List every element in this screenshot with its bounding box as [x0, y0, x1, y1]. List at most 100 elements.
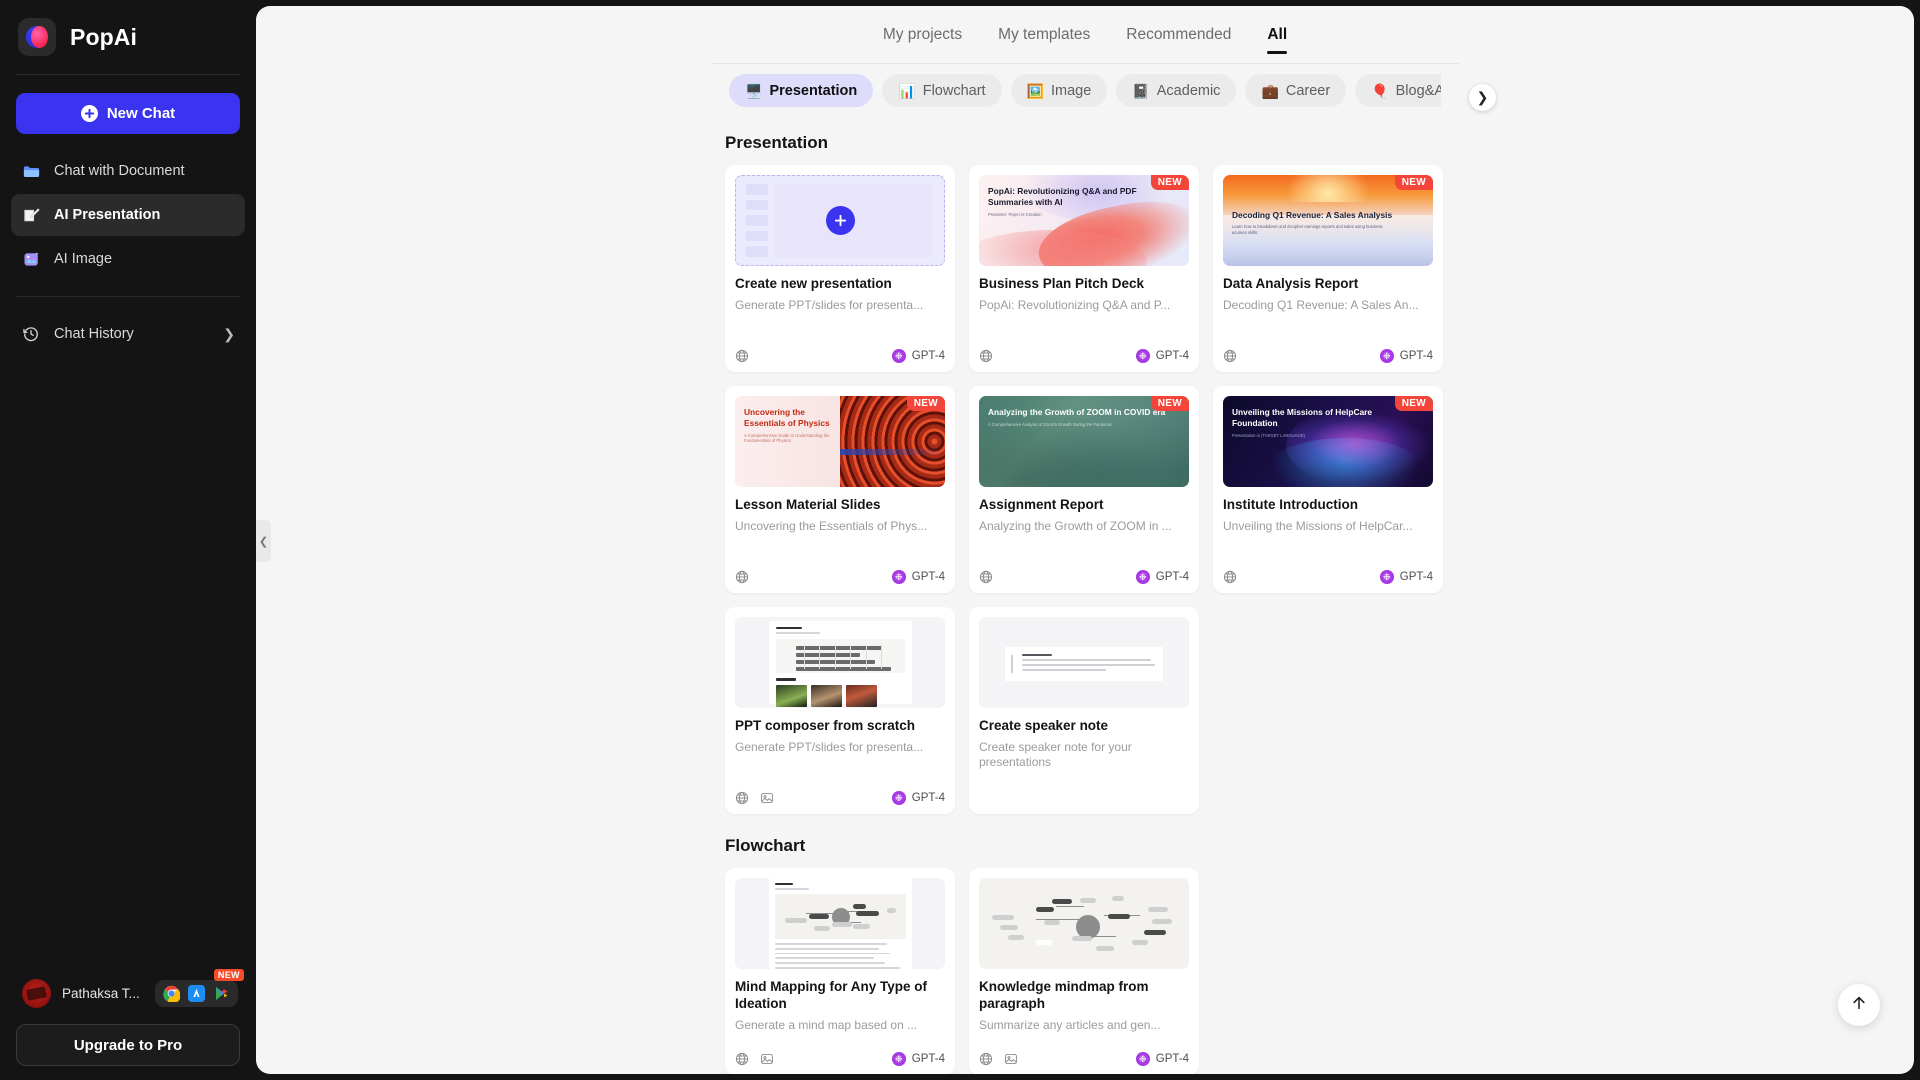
main-panel: My projects My templates Recommended All…: [256, 6, 1914, 1074]
card-description: Generate a mind map based on ...: [735, 1018, 945, 1034]
globe-icon[interactable]: [1223, 570, 1237, 584]
model-label: GPT-4: [1156, 571, 1189, 583]
openai-icon: ❉: [1136, 570, 1150, 584]
openai-icon: ❉: [1380, 349, 1394, 363]
card-business-plan-pitch-deck[interactable]: PopAi: Revolutionizing Q&A and PDF Summa…: [969, 165, 1199, 372]
card-footer: ❉ GPT-4: [1223, 570, 1433, 584]
new-chat-label: New Chat: [107, 105, 175, 122]
history-clock-icon: [21, 324, 41, 344]
card-mind-mapping-for-any-type-of-ideation[interactable]: Mind Mapping for Any Type of Ideation Ge…: [725, 868, 955, 1074]
store-links[interactable]: NEW: [155, 980, 238, 1007]
card-description: Unveiling the Missions of HelpCar...: [1223, 519, 1433, 535]
thumb-heading: PopAi: Revolutionizing Q&A and PDF Summa…: [988, 186, 1149, 208]
chip-label: Presentation: [769, 83, 857, 99]
main-scroll-area[interactable]: My projects My templates Recommended All…: [256, 6, 1914, 1074]
model-label: GPT-4: [912, 792, 945, 804]
card-thumbnail: Analyzing the Growth of ZOOM in COVID er…: [979, 396, 1189, 487]
tab-my-projects[interactable]: My projects: [883, 6, 962, 64]
card-thumbnail: Decoding Q1 Revenue: A Sales Analysis Le…: [1223, 175, 1433, 266]
tab-my-templates[interactable]: My templates: [998, 6, 1090, 64]
card-lesson-material-slides[interactable]: Uncovering the Essentials of Physics A C…: [725, 386, 955, 593]
card-institute-introduction[interactable]: Unveiling the Missions of HelpCare Found…: [1213, 386, 1443, 593]
card-title: PPT composer from scratch: [735, 718, 945, 735]
scroll-to-top-button[interactable]: [1838, 984, 1880, 1026]
thumb-heading: [775, 883, 793, 885]
chip-label: Image: [1051, 83, 1091, 99]
sidebar-item-ai-presentation[interactable]: AI Presentation: [11, 194, 245, 236]
card-thumbnail: PopAi: Revolutionizing Q&A and PDF Summa…: [979, 175, 1189, 266]
image-icon[interactable]: [1004, 1052, 1018, 1066]
chip-image[interactable]: 🖼️ Image: [1011, 74, 1108, 107]
chip-presentation[interactable]: 🖥️ Presentation: [729, 74, 873, 107]
card-thumbnail: [979, 878, 1189, 969]
card-create-new-presentation[interactable]: Create new presentation Generate PPT/sli…: [725, 165, 955, 372]
sidebar: PopAi New Chat Chat with Document: [0, 0, 256, 1080]
card-title: Lesson Material Slides: [735, 497, 945, 514]
card-assignment-report[interactable]: Analyzing the Growth of ZOOM in COVID er…: [969, 386, 1199, 593]
new-badge: NEW: [1395, 175, 1433, 190]
chrome-icon[interactable]: [163, 985, 180, 1002]
arrow-up-icon: [1850, 994, 1868, 1017]
sidebar-item-ai-image[interactable]: AI Image: [11, 238, 245, 280]
bar-chart-icon: 📊: [898, 84, 915, 98]
sidebar-item-chat-with-document[interactable]: Chat with Document: [11, 150, 245, 192]
openai-icon: ❉: [892, 1052, 906, 1066]
image-icon[interactable]: [760, 791, 774, 805]
model-badge: ❉ GPT-4: [892, 791, 945, 805]
model-badge: ❉ GPT-4: [1380, 349, 1433, 363]
card-thumbnail: Uncovering the Essentials of Physics A C…: [735, 396, 945, 487]
card-create-speaker-note[interactable]: Create speaker note Create speaker note …: [969, 607, 1199, 814]
openai-icon: ❉: [1136, 1052, 1150, 1066]
card-description: Create speaker note for your presentatio…: [979, 740, 1189, 771]
globe-icon[interactable]: [979, 1052, 993, 1066]
notebook-icon: 📓: [1132, 84, 1149, 98]
new-chat-button[interactable]: New Chat: [16, 93, 240, 134]
card-ppt-composer-from-scratch[interactable]: PPT composer from scratch Generate PPT/s…: [725, 607, 955, 814]
globe-icon[interactable]: [979, 349, 993, 363]
user-row[interactable]: Pathaksa T... NEW: [0, 979, 256, 1008]
card-description: Uncovering the Essentials of Phys...: [735, 519, 945, 535]
chip-academic[interactable]: 📓 Academic: [1116, 74, 1236, 107]
sidebar-item-chat-history[interactable]: Chat History ❯: [11, 313, 245, 355]
globe-icon[interactable]: [735, 349, 749, 363]
chip-blog-article[interactable]: 🎈 Blog&Article: [1355, 74, 1441, 107]
brand[interactable]: PopAi: [0, 0, 256, 70]
chips-next-button[interactable]: ❯: [1469, 84, 1496, 111]
globe-icon[interactable]: [979, 570, 993, 584]
sidebar-nav: Chat with Document AI Presentation: [0, 150, 256, 280]
chip-flowchart[interactable]: 📊 Flowchart: [882, 74, 1001, 107]
upgrade-to-pro-button[interactable]: Upgrade to Pro: [16, 1024, 240, 1066]
card-knowledge-mindmap-from-paragraph[interactable]: Knowledge mindmap from paragraph Summari…: [969, 868, 1199, 1074]
globe-icon[interactable]: [735, 791, 749, 805]
tab-recommended[interactable]: Recommended: [1126, 6, 1231, 64]
globe-icon[interactable]: [1223, 349, 1237, 363]
model-badge: ❉ GPT-4: [1136, 570, 1189, 584]
thumb-sub: Presentation in (TARGET LANGUAGE): [1232, 433, 1419, 438]
card-data-analysis-report[interactable]: Decoding Q1 Revenue: A Sales Analysis Le…: [1213, 165, 1443, 372]
card-grid-presentation: Create new presentation Generate PPT/sli…: [725, 165, 1445, 814]
card-title: Knowledge mindmap from paragraph: [979, 979, 1189, 1013]
section-title: Flowchart: [725, 836, 1445, 856]
sidebar-item-label: AI Image: [54, 251, 112, 267]
sidebar-item-label: AI Presentation: [54, 207, 160, 223]
tab-bar: My projects My templates Recommended All: [256, 6, 1914, 64]
card-footer: ❉ GPT-4: [735, 1052, 945, 1066]
image-icon[interactable]: [760, 1052, 774, 1066]
chip-career[interactable]: 💼 Career: [1245, 74, 1346, 107]
globe-icon[interactable]: [735, 570, 749, 584]
google-play-icon[interactable]: [213, 985, 230, 1002]
globe-icon[interactable]: [735, 1052, 749, 1066]
plus-icon: [826, 206, 855, 235]
app-store-icon[interactable]: [188, 985, 205, 1002]
avatar: [22, 979, 51, 1008]
model-badge: ❉ GPT-4: [1136, 349, 1189, 363]
openai-icon: ❉: [892, 791, 906, 805]
card-title: Mind Mapping for Any Type of Ideation: [735, 979, 945, 1013]
tab-all[interactable]: All: [1267, 6, 1287, 64]
sidebar-collapse-handle[interactable]: ❮: [256, 520, 271, 562]
sidebar-divider-mid: [16, 296, 240, 297]
thumb-heading: [776, 627, 802, 629]
content-area: Presentation Create new present: [256, 107, 1914, 1074]
openai-icon: ❉: [1136, 349, 1150, 363]
openai-icon: ❉: [1380, 570, 1394, 584]
